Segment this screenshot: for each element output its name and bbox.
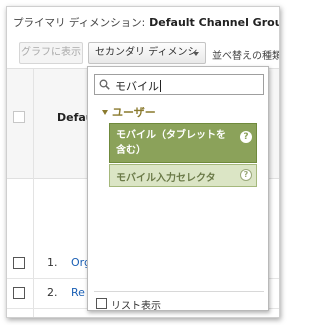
row-link[interactable]: Re <box>71 286 85 299</box>
search-query: モバイル <box>115 80 159 93</box>
row-checkbox[interactable] <box>13 257 25 269</box>
option-label: モバイル（タブレットを含む） <box>116 130 226 156</box>
list-view-checkbox[interactable] <box>96 298 107 309</box>
row-checkbox[interactable] <box>13 287 25 299</box>
plot-graph-button[interactable]: グラフに表示 <box>19 42 83 64</box>
primary-dimension-row: プライマリ ディメンション:Default Channel Grouping参照 <box>13 15 280 30</box>
divider <box>94 291 264 292</box>
primary-dimension-label: プライマリ ディメンション: <box>13 17 146 29</box>
toolbar: グラフに表示 セカンダリ ディメンション 並べ替えの種類: <box>7 39 280 78</box>
report-panel: プライマリ ディメンション:Default Channel Grouping参照… <box>6 6 280 318</box>
row-number: 1. <box>47 256 58 269</box>
triangle-down-icon <box>102 110 108 115</box>
row-number: 2. <box>47 286 58 299</box>
help-icon[interactable]: ? <box>240 169 252 181</box>
option-mobile-input-selector[interactable]: モバイル入力セレクタ ? <box>109 164 257 187</box>
text-cursor <box>160 80 161 92</box>
secondary-dimension-dropdown: モバイル ユーザー モバイル（タブレットを含む） ? モバイル入力セレクタ ? … <box>87 66 269 312</box>
help-icon[interactable]: ? <box>240 131 252 143</box>
caret-down-icon <box>193 52 199 56</box>
select-all-checkbox[interactable] <box>13 111 25 123</box>
secondary-dimension-button[interactable]: セカンダリ ディメンション <box>88 42 206 78</box>
group-label: ユーザー <box>112 106 156 119</box>
dimension-search-input[interactable]: モバイル <box>94 74 264 95</box>
option-label: モバイル入力セレクタ <box>116 173 216 184</box>
search-icon <box>99 79 110 90</box>
primary-dimension-value: Default Channel Grouping <box>149 16 280 29</box>
group-users[interactable]: ユーザー <box>102 104 156 120</box>
option-mobile-including-tablet[interactable]: モバイル（タブレットを含む） ? <box>109 123 257 163</box>
sort-type-label: 並べ替えの種類: <box>212 51 280 62</box>
list-view-label: リスト表示 <box>111 301 161 312</box>
